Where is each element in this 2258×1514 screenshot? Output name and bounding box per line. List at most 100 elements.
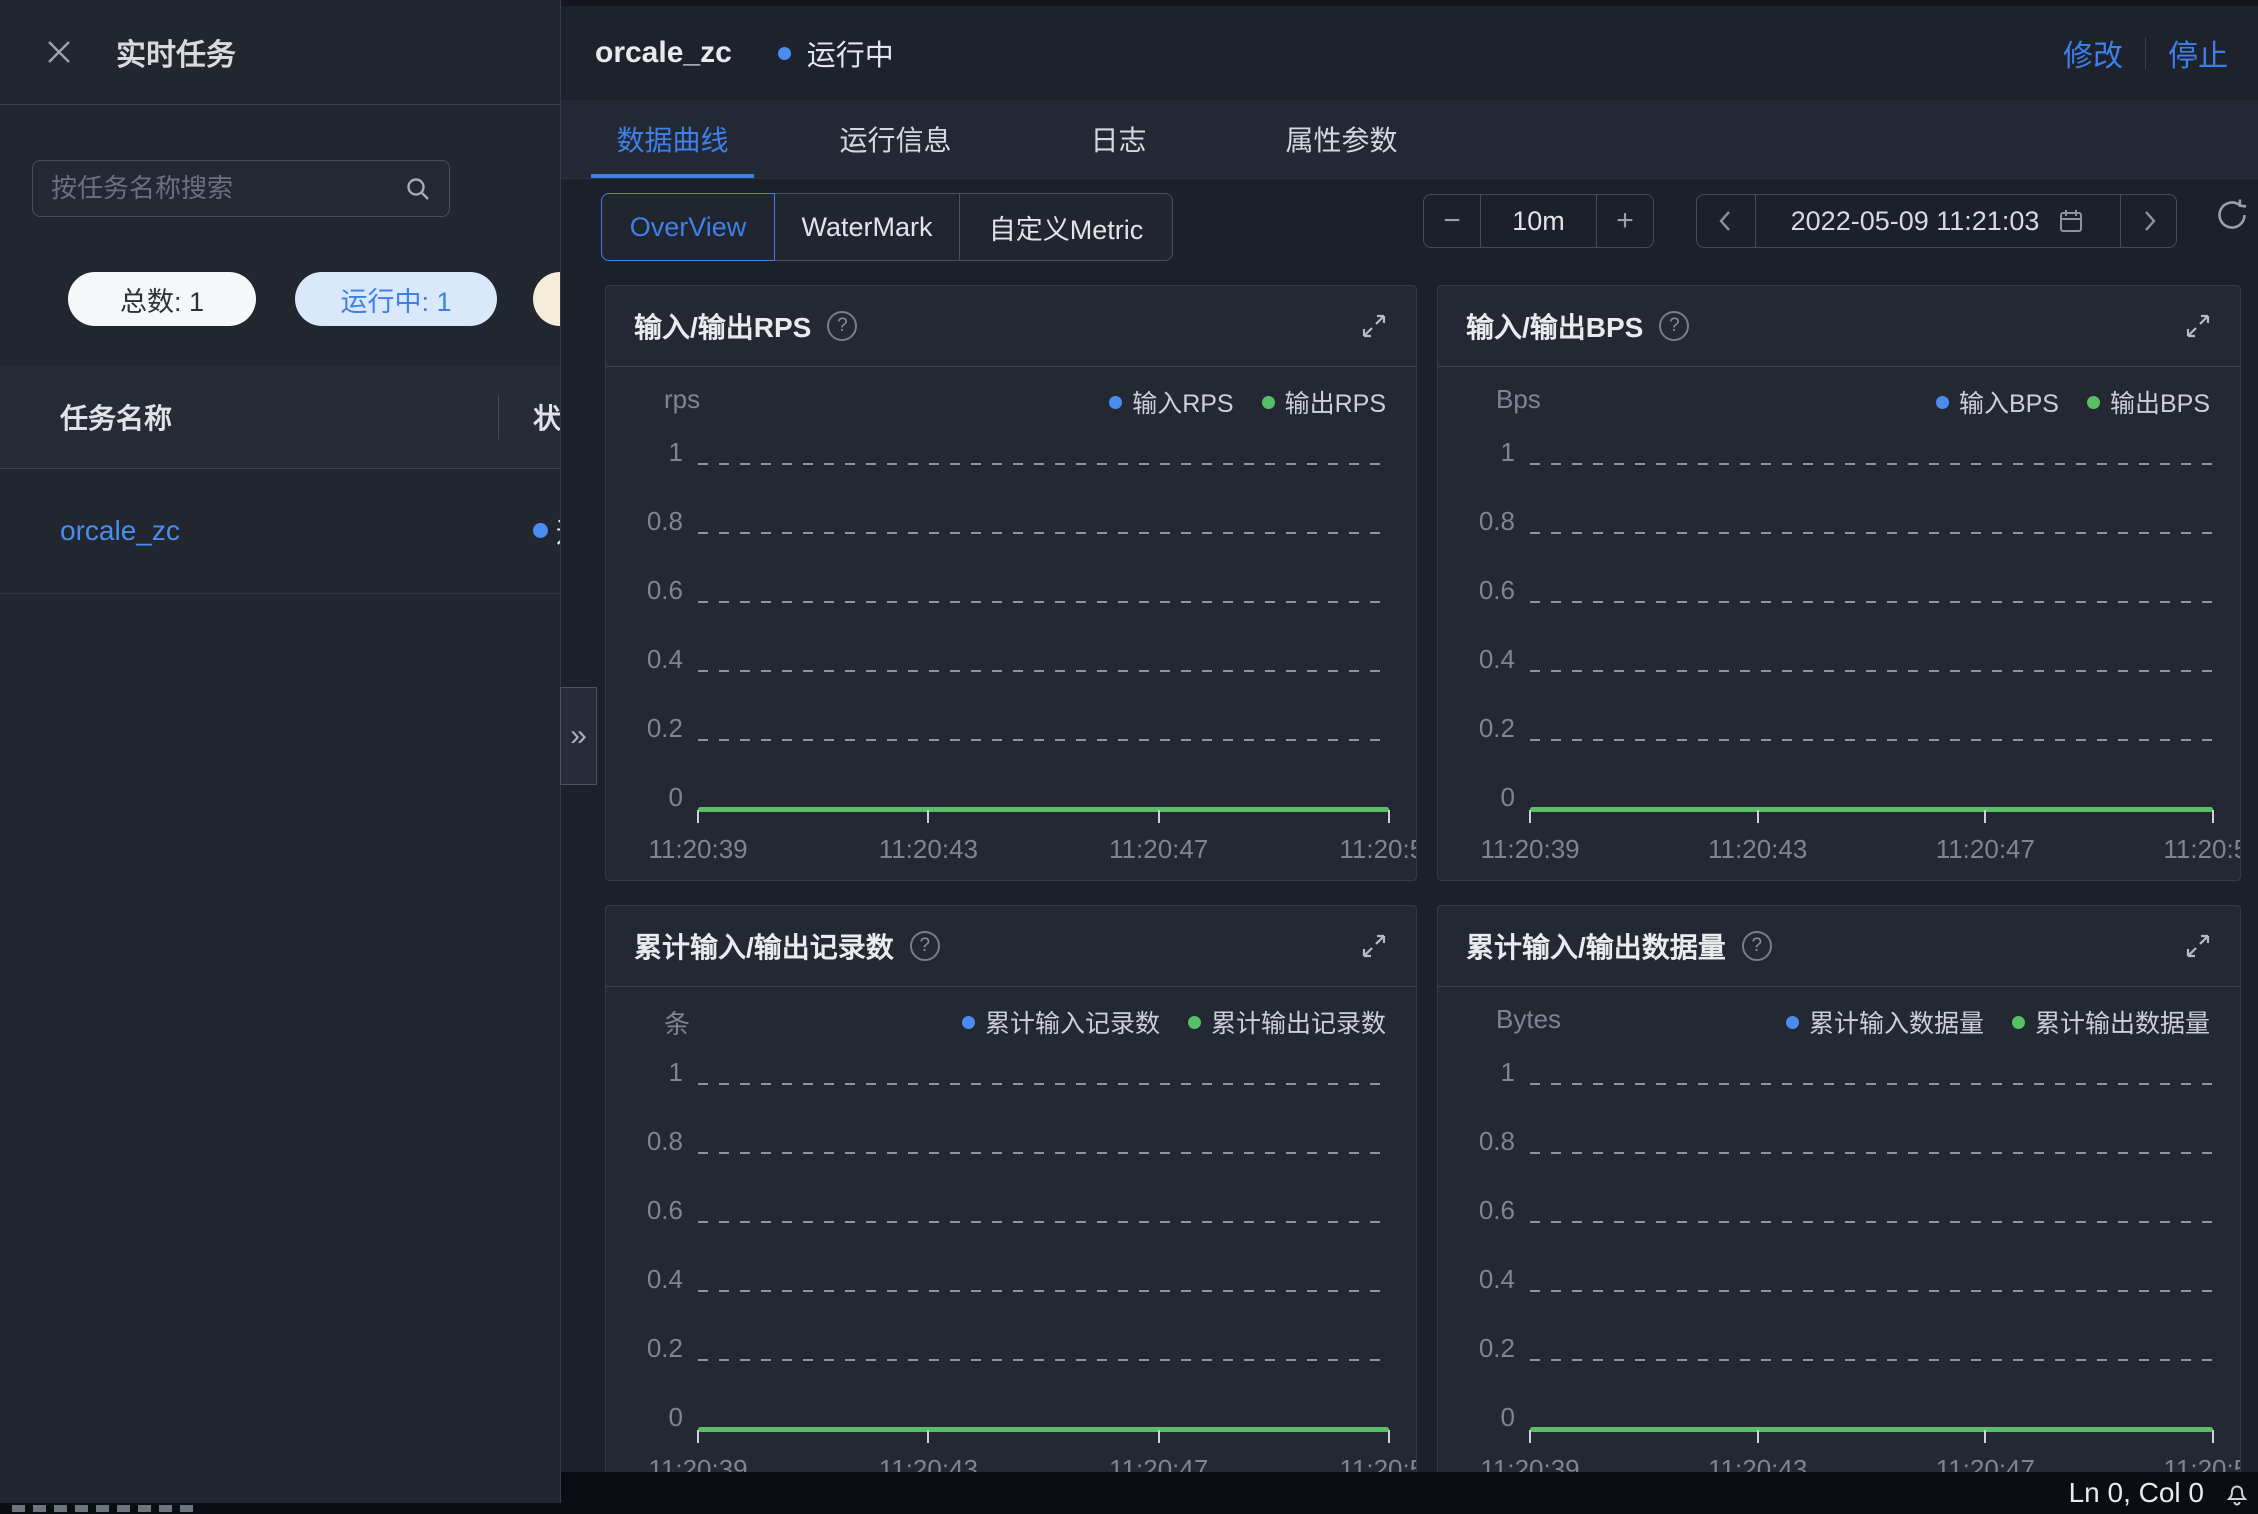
sidebar-header: 实时任务 (0, 0, 560, 105)
series-zero-line (697, 1427, 1390, 1443)
axis-tick (1756, 810, 1759, 823)
refresh-icon[interactable] (2213, 196, 2251, 234)
gridline (698, 532, 1389, 534)
table-row[interactable]: orcale_zc 运行中 (0, 468, 560, 594)
y-tick-label: 0.6 (646, 575, 683, 605)
datetime-field[interactable]: 2022-05-09 11:21:03 (1756, 195, 2120, 247)
datetime-picker: 2022-05-09 11:21:03 (1696, 194, 2177, 248)
view-switch: OverView WaterMark 自定义Metric (601, 193, 1173, 261)
stop-button[interactable]: 停止 (2168, 31, 2228, 75)
y-tick-label: 0.4 (646, 644, 683, 674)
chart-card-header: 输入/输出BPS ? (1438, 286, 2240, 367)
chart-card: 累计输入/输出数据量 ? Bytes 累计输入数据量 累计输出数据量 1 0.8 0.… (1437, 905, 2241, 1501)
series-zero-line (1529, 1427, 2214, 1443)
detail-header: orcale_zc 运行中 修改 停止 (561, 0, 2258, 100)
gridline (1530, 1152, 2213, 1154)
axis-tick (2212, 810, 2214, 823)
table-header: 任务名称 状态 (0, 366, 560, 469)
view-overview-button[interactable]: OverView (601, 193, 775, 261)
bell-icon[interactable] (2222, 1478, 2252, 1508)
y-tick-label: 1 (1500, 437, 1515, 467)
editor-statusbar: Ln 0, Col 0 (561, 1472, 2258, 1514)
gridline (698, 670, 1389, 672)
x-tick-label: 11:20:51 (1339, 834, 1416, 864)
tab-logs[interactable]: 日志 (1007, 100, 1230, 178)
y-tick-label: 0.8 (646, 1126, 683, 1156)
task-title: orcale_zc (595, 36, 732, 69)
interval-value: 10m (1480, 195, 1597, 247)
axis-tick (697, 1430, 699, 1443)
gridline (1530, 532, 2213, 534)
y-tick-label: 1 (668, 437, 683, 467)
x-tick-label: 11:20:43 (878, 834, 978, 864)
view-watermark-button[interactable]: WaterMark (774, 193, 960, 261)
chart-title: 累计输入/输出数据量 (1466, 932, 1726, 963)
help-icon[interactable]: ? (1659, 311, 1690, 341)
chart-title: 输入/输出RPS (634, 312, 812, 343)
help-icon[interactable]: ? (1741, 931, 1772, 961)
search-icon[interactable] (403, 174, 433, 204)
gridline (1530, 739, 2213, 741)
chart-card-header: 输入/输出RPS ? (606, 286, 1416, 367)
y-tick-label: 1 (668, 1057, 683, 1087)
y-tick-label: 0 (1500, 1402, 1515, 1432)
x-tick-label: 11:20:43 (1708, 834, 1808, 864)
task-name-link[interactable]: orcale_zc (60, 468, 180, 593)
expand-icon[interactable] (2184, 932, 2212, 960)
view-custom-metric-button[interactable]: 自定义Metric (959, 193, 1173, 261)
axis-tick (1984, 810, 1987, 823)
modify-button[interactable]: 修改 (2063, 31, 2123, 75)
gridline (1530, 601, 2213, 603)
y-tick-label: 0.2 (1478, 713, 1515, 743)
calendar-icon[interactable] (2057, 207, 2085, 235)
expand-icon[interactable] (2184, 312, 2212, 340)
datetime-next-button[interactable] (2120, 195, 2176, 247)
interval-increase-button[interactable]: + (1597, 195, 1653, 247)
axis-tick (927, 1430, 930, 1443)
expand-icon[interactable] (1360, 312, 1388, 340)
tab-run-info[interactable]: 运行信息 (784, 100, 1007, 178)
gridline (1530, 1359, 2213, 1361)
help-icon[interactable]: ? (827, 311, 858, 341)
x-axis-labels: 11:20:39 11:20:43 11:20:47 11:20:51 (648, 834, 1416, 866)
search-input[interactable] (49, 172, 403, 205)
x-tick-label: 11:20:39 (1480, 834, 1580, 864)
column-divider (498, 395, 499, 439)
help-icon[interactable]: ? (909, 931, 940, 961)
y-tick-label: 0.2 (646, 1333, 683, 1363)
gridline (698, 1083, 1389, 1085)
axis-tick (1388, 810, 1390, 823)
chart-card: 累计输入/输出记录数 ? 条 累计输入记录数 累计输出记录数 1 0.8 0.6 0.4… (605, 905, 1417, 1501)
chart-title: 输入/输出BPS (1466, 312, 1644, 343)
status-dot (533, 523, 548, 538)
close-icon[interactable] (44, 37, 74, 67)
y-tick-label: 0.2 (1478, 1333, 1515, 1363)
axis-tick (1388, 1430, 1390, 1443)
filter-total-badge[interactable]: 总数: 1 (68, 272, 256, 326)
tab-properties[interactable]: 属性参数 (1230, 100, 1453, 178)
chart-card: 输入/输出BPS ? Bps 输入BPS 输出BPS 1 0.8 0.6 0.4 0.2 0… (1437, 285, 2241, 881)
sidebar-title: 实时任务 (116, 39, 236, 72)
filter-clipped-badge[interactable] (533, 272, 560, 326)
y-tick-label: 0 (668, 1402, 683, 1432)
y-tick-label: 0.6 (1478, 575, 1515, 605)
gridline (698, 463, 1389, 465)
axis-tick (1157, 1430, 1160, 1443)
x-axis-labels: 11:20:39 11:20:43 11:20:47 11:20:51 (1480, 834, 2240, 866)
app-window: 实时任务 总数: 1 运行中: 1 任务名称 状态 orcale_zc 运行中 … (0, 0, 2258, 1514)
task-list-sidebar: 实时任务 总数: 1 运行中: 1 任务名称 状态 orcale_zc 运行中 (0, 0, 561, 1514)
gridline (698, 1290, 1389, 1292)
tab-data-curves[interactable]: 数据曲线 (561, 100, 784, 178)
task-detail-panel: orcale_zc 运行中 修改 停止 数据曲线 运行信息 日志 属性参数 Ov… (561, 0, 2258, 1514)
y-tick-label: 1 (1500, 1057, 1515, 1087)
gridline (698, 739, 1389, 741)
filter-running-badge[interactable]: 运行中: 1 (295, 272, 497, 326)
interval-decrease-button[interactable]: − (1424, 195, 1480, 247)
y-tick-label: 0.8 (646, 506, 683, 536)
datetime-prev-button[interactable] (1697, 195, 1756, 247)
header-actions: 修改 停止 (2063, 31, 2258, 75)
y-tick-label: 0.4 (1478, 1264, 1515, 1294)
status-label: 运行中 (806, 40, 894, 72)
expand-icon[interactable] (1360, 932, 1388, 960)
sidebar-collapse-handle[interactable]: » (560, 687, 597, 785)
